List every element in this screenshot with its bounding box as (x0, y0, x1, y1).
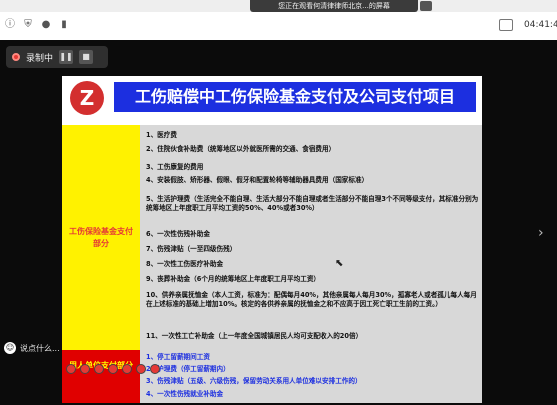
employer-items: 1、停工留薪期间工资 2、护理费（停工留薪期内） 3、伤残津贴（五级、六级伤残，… (140, 350, 482, 403)
annotation-tool-icon[interactable] (136, 364, 146, 374)
fund-item: 6、一次性伤残补助金 (146, 230, 210, 238)
employer-item: 2、护理费（停工留薪期内） (146, 365, 230, 373)
annotation-toolbar (62, 362, 182, 376)
presentation-slide: Z 工伤赔偿中工伤保险基金支付及公司支付项目 工伤保险基金支付部分 用人单位支付… (62, 76, 482, 403)
slide-header: Z 工伤赔偿中工伤保险基金支付及公司支付项目 (62, 76, 482, 120)
employer-payment-label: 用人单位支付部分 (62, 350, 140, 403)
stop-button[interactable]: ■ (79, 50, 94, 64)
annotation-tool-icon[interactable] (150, 364, 160, 374)
annotation-tool-icon[interactable] (108, 364, 118, 374)
fund-item: 1、医疗费 (146, 131, 177, 139)
fund-item: 3、工伤康复的费用 (146, 163, 204, 171)
banner-button[interactable] (420, 1, 432, 11)
smile-icon[interactable]: ☺ (4, 342, 16, 354)
chat-placeholder[interactable]: 说点什么... (20, 343, 60, 354)
fund-payment-label: 工伤保险基金支付部分 (62, 125, 140, 350)
annotation-tool-icon[interactable] (94, 364, 104, 374)
video-stage: 录制中 ❚❚ ■ Z 工伤赔偿中工伤保险基金支付及公司支付项目 工伤保险基金支付… (0, 40, 557, 405)
clock: 04:41:4 (524, 20, 557, 30)
fund-item: 5、生活护理费（生活完全不能自理、生活大部分不能自理或者生活部分不能自理3个不同… (146, 195, 479, 212)
chat-input[interactable]: ☺ 说点什么... (4, 340, 60, 356)
recording-controls: 录制中 ❚❚ ■ (6, 46, 108, 68)
fund-item: 9、丧葬补助金（6个月的统筹地区上年度职工月平均工资） (146, 275, 321, 283)
fund-item: 2、住院伙食补助费（统筹地区以外就医所需的交通、食宿费用） (146, 145, 336, 153)
record-dot-icon (12, 53, 20, 61)
share-banner: 您正在观看何清律律师北京...的屏幕 (250, 0, 418, 12)
employer-item: 1、停工留薪期间工资 (146, 353, 210, 361)
browser-icons: ⓘ ⛨ ● ▮ (4, 19, 70, 31)
logo-icon: Z (70, 81, 104, 115)
slide-title: 工伤赔偿中工伤保险基金支付及公司支付项目 (114, 82, 476, 112)
annotation-tool-icon[interactable] (66, 364, 76, 374)
fund-payment-label-text: 工伤保险基金支付部分 (69, 226, 133, 248)
fund-items: 1、医疗费 2、住院伙食补助费（统筹地区以外就医所需的交通、食宿费用） 3、工伤… (140, 125, 482, 350)
fund-item: 10、供养亲属抚恤金（本人工资，标准为：配偶每月40%，其他亲属每人每月30%，… (146, 291, 477, 308)
annotation-tool-icon[interactable] (80, 364, 90, 374)
chevron-right-icon[interactable]: › (538, 225, 544, 241)
fund-item: 11、一次性工亡补助金（上一年度全国城镇居民人均可支配收入的20倍） (146, 332, 363, 340)
annotation-tool-icon[interactable] (122, 364, 132, 374)
employer-item: 4、一次性伤残就业补助金 (146, 390, 224, 398)
info-icon[interactable]: ⓘ (4, 19, 16, 31)
mouse-cursor-icon: ⬉ (335, 258, 344, 269)
fund-item: 4、安装假肢、矫形器、假眼、假牙和配置轮椅等辅助器具费用（国家标准） (146, 176, 369, 184)
employer-item: 3、伤残津贴（五级、六级伤残，保留劳动关系用人单位难以安排工作的） (146, 377, 362, 385)
pause-button[interactable]: ❚❚ (59, 50, 74, 64)
browser-topbar: 您正在观看何清律律师北京...的屏幕 ⓘ ⛨ ● ▮ 04:41:4 (0, 0, 557, 40)
meeting-icon[interactable] (499, 19, 513, 31)
fund-item: 7、伤残津贴（一至四级伤残） (146, 245, 237, 253)
recording-label: 录制中 (26, 53, 54, 64)
shield-icon[interactable]: ⛨ (22, 19, 34, 31)
fund-item: 8、一次性工伤医疗补助金 (146, 260, 224, 268)
wechat-icon[interactable]: ● (40, 19, 52, 31)
signal-icon: ▮ (61, 19, 67, 30)
